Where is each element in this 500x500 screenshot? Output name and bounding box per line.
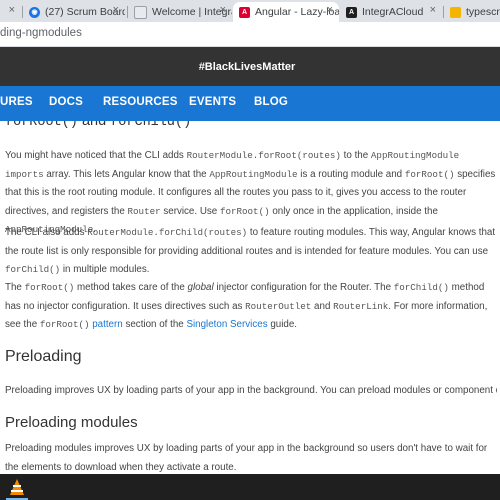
nav-item-docs[interactable]: DOCS xyxy=(49,96,83,108)
pattern-link[interactable]: pattern xyxy=(92,319,123,330)
nav-item-features[interactable]: URES xyxy=(0,96,33,108)
paragraph-preloading: Preloading improves UX by loading parts … xyxy=(5,385,497,396)
browser-tab-strip: × ◉ (27) Scrum Board × Welcome | Integra… xyxy=(0,0,500,22)
tab-title: typescript xyxy=(466,6,500,18)
close-tab-icon[interactable]: × xyxy=(327,4,333,16)
announcement-banner: #BlackLivesMatter xyxy=(0,47,500,86)
section-heading-partial: forRoot() and forChild() xyxy=(5,121,192,130)
close-tab-icon[interactable]: × xyxy=(220,4,226,16)
address-bar[interactable]: ding-ngmodules xyxy=(0,22,500,47)
banner-text: #BlackLivesMatter xyxy=(198,60,296,73)
close-tab-icon[interactable]: × xyxy=(113,4,119,16)
singleton-services-link[interactable]: Singleton Services xyxy=(186,319,267,330)
browser-tab[interactable]: Welcome | Integra × xyxy=(128,2,232,22)
main-content: forRoot() and forChild() You might have … xyxy=(5,121,497,473)
vlc-icon[interactable] xyxy=(6,476,28,498)
os-taskbar xyxy=(0,474,500,500)
paragraph-injector: The forRoot() method takes care of the g… xyxy=(5,282,488,330)
angular-icon: A xyxy=(239,6,250,18)
heading-preloading: Preloading xyxy=(5,348,82,365)
typescript-icon xyxy=(450,6,461,18)
browser-tab[interactable]: A IntegrACloud × xyxy=(340,2,442,22)
url-text[interactable]: ding-ngmodules xyxy=(0,27,82,39)
paragraph-forchild: The CLI also adds RouterModule.forChild(… xyxy=(5,227,496,275)
heading-preloading-modules: Preloading modules xyxy=(5,414,138,431)
browser-tab-active[interactable]: A Angular - Lazy-loa × xyxy=(233,2,339,22)
close-tab-icon[interactable]: × xyxy=(9,4,15,16)
browser-tab-partial[interactable]: × xyxy=(0,2,20,22)
page-icon xyxy=(134,5,147,19)
browser-tab[interactable]: typescript xyxy=(444,2,500,22)
chat-icon: ◉ xyxy=(29,6,40,18)
browser-tab[interactable]: ◉ (27) Scrum Board × xyxy=(23,2,125,22)
nav-item-resources[interactable]: RESOURCES xyxy=(103,96,178,108)
close-tab-icon[interactable]: × xyxy=(430,4,436,16)
angular-icon: A xyxy=(346,6,357,18)
nav-item-events[interactable]: EVENTS xyxy=(189,96,236,108)
tab-title: IntegrACloud xyxy=(362,6,424,18)
nav-item-blog[interactable]: BLOG xyxy=(254,96,288,108)
paragraph-preloading-modules: Preloading modules improves UX by loadin… xyxy=(5,443,488,473)
top-nav: URES DOCS RESOURCES EVENTS BLOG xyxy=(0,86,500,121)
